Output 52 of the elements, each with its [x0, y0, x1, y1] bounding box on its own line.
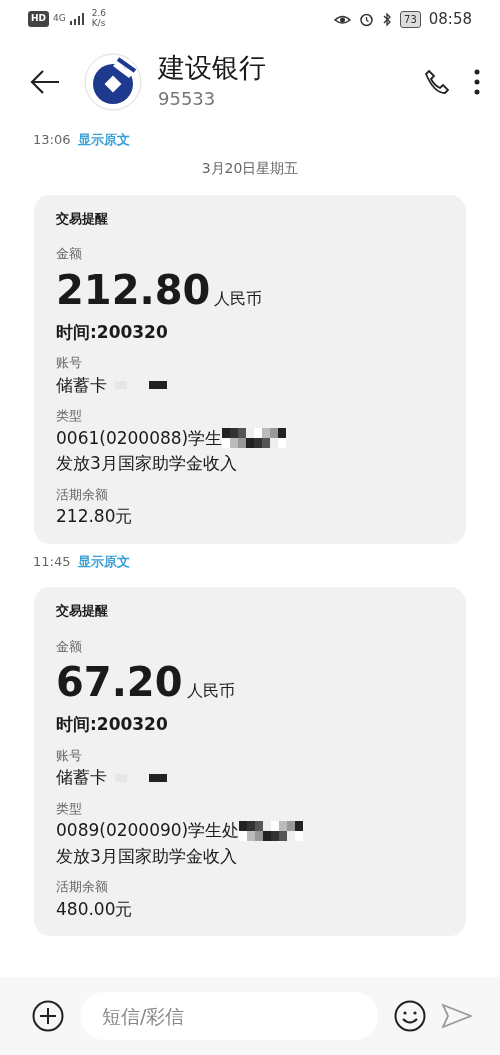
type-value: 0089(0200090)学生处: [56, 819, 240, 842]
show-original-link[interactable]: 显示原文: [78, 130, 131, 150]
clock: 08:58: [428, 8, 472, 30]
speed-unit: K/s: [91, 19, 107, 29]
more-icon[interactable]: [474, 69, 480, 95]
amount: 67.20: [56, 660, 183, 704]
speed-value: 2.6: [91, 9, 107, 19]
time-line: 时间:200320: [56, 320, 169, 344]
message-time: 13:06: [33, 131, 71, 149]
signal-icon: [69, 13, 84, 25]
back-icon[interactable]: [30, 70, 60, 94]
type-value: 发放3月国家助学金收入: [56, 844, 237, 868]
date-divider: 3月20日星期五: [200, 158, 300, 178]
network-type: 4G: [53, 14, 66, 24]
account-value: 储蓄卡: [56, 766, 107, 789]
currency: 人民币: [214, 287, 263, 310]
field-label: 类型: [56, 407, 83, 425]
phone-number: 95533: [158, 86, 217, 111]
bluetooth-icon: [382, 11, 393, 27]
redaction-mosaic: [222, 428, 287, 449]
field-label: 类型: [56, 799, 83, 818]
redaction-mosaic: [115, 773, 167, 782]
redaction-mosaic: [115, 381, 167, 390]
contact-name: 建设银行: [158, 52, 267, 85]
field-label: 活期余额: [56, 485, 109, 504]
field-label: 账号: [56, 354, 83, 372]
balance-value: 480.00元: [56, 897, 134, 921]
add-icon[interactable]: [32, 1000, 64, 1032]
account-value: 储蓄卡: [56, 373, 107, 397]
redaction-mosaic: [239, 820, 304, 841]
send-icon[interactable]: [442, 1003, 472, 1029]
field-label: 金额: [56, 637, 83, 656]
field-label: 账号: [56, 746, 83, 765]
field-label: 金额: [56, 245, 83, 263]
phone-icon[interactable]: [424, 69, 450, 95]
emoji-icon[interactable]: [394, 1000, 426, 1032]
show-original-link[interactable]: 显示原文: [78, 551, 131, 571]
balance-value: 212.80元: [56, 505, 134, 528]
card-title: 交易提醒: [56, 209, 109, 228]
amount: 212.80: [56, 267, 211, 312]
hd-icon: HD: [28, 11, 49, 27]
card-title: 交易提醒: [56, 602, 109, 620]
message-input[interactable]: 短信/彩信: [80, 992, 378, 1040]
bank-logo: [84, 53, 142, 111]
field-label: 活期余额: [56, 878, 109, 896]
type-value: 发放3月国家助学金收入: [56, 452, 237, 475]
alarm-icon: [359, 11, 375, 27]
type-value: 0061(0200088)学生: [56, 426, 223, 450]
time-line: 时间:200320: [56, 713, 169, 736]
battery-level: 73: [400, 10, 421, 28]
message-time: 11:45: [33, 552, 71, 571]
currency: 人民币: [186, 680, 235, 702]
